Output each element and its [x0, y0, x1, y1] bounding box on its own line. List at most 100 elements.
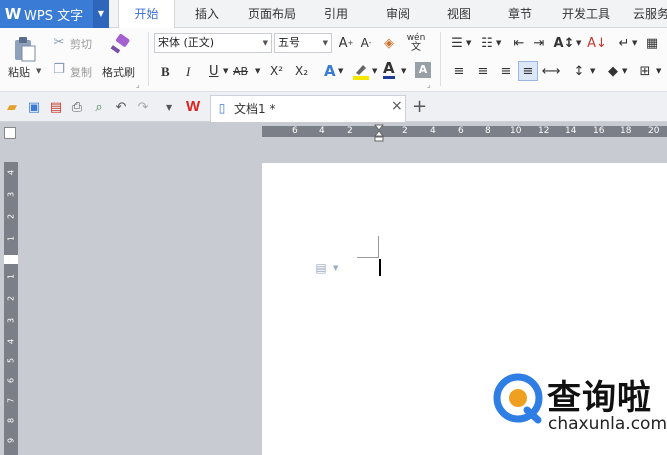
- tab-cloud-service[interactable]: 云服务: [626, 0, 667, 28]
- distributed-align-icon[interactable]: ⟷: [542, 62, 561, 80]
- vertical-ruler[interactable]: [4, 162, 18, 455]
- copy-icon[interactable]: ❐: [52, 61, 66, 77]
- superscript-button[interactable]: X²: [270, 64, 283, 78]
- new-tab-icon[interactable]: +: [412, 96, 427, 117]
- sort-icon[interactable]: A↓: [587, 34, 607, 52]
- redo-icon[interactable]: ↷: [135, 99, 151, 115]
- save-icon[interactable]: ▣: [26, 99, 42, 115]
- marks-dropdown-icon[interactable]: ▼: [632, 39, 637, 47]
- strikethrough-dropdown-icon[interactable]: ▼: [255, 67, 260, 75]
- print-preview-icon[interactable]: ⌕: [91, 99, 107, 115]
- borders-dropdown-icon[interactable]: ▼: [656, 67, 661, 75]
- tab-stop-selector[interactable]: [4, 127, 16, 139]
- ruler-number: 1: [6, 273, 16, 280]
- tab-review[interactable]: 审阅: [374, 0, 422, 28]
- align-center-icon[interactable]: ≡: [474, 62, 492, 80]
- export-pdf-icon[interactable]: ▤: [48, 99, 64, 115]
- character-shading-icon[interactable]: A: [415, 62, 431, 78]
- line-spacing-icon[interactable]: ↕: [570, 62, 588, 80]
- numbering-dropdown-icon[interactable]: ▼: [496, 39, 501, 47]
- tab-view[interactable]: 视图: [435, 0, 483, 28]
- shrink-font-icon[interactable]: A-: [358, 34, 374, 52]
- font-launcher-icon[interactable]: ⌟: [427, 80, 431, 89]
- close-tab-icon[interactable]: ×: [391, 98, 403, 114]
- chevron-down-icon: ▼: [262, 39, 268, 47]
- align-left-icon[interactable]: ≡: [450, 62, 468, 80]
- underline-dropdown-icon[interactable]: ▼: [223, 67, 228, 75]
- character-scaling-icon[interactable]: A↕: [554, 34, 575, 52]
- tab-insert[interactable]: 插入: [182, 0, 232, 28]
- paste-options-icon[interactable]: ▤: [314, 261, 328, 275]
- ruler-number: 18: [620, 126, 632, 136]
- paste-button[interactable]: 粘贴: [8, 64, 30, 80]
- format-painter-button[interactable]: 格式刷: [102, 64, 135, 80]
- shading-icon[interactable]: ◆: [604, 62, 622, 80]
- text-cursor: [379, 259, 381, 276]
- copy-button[interactable]: 复制: [70, 64, 92, 80]
- scaling-dropdown-icon[interactable]: ▼: [576, 39, 581, 47]
- ruler-number: 7: [6, 397, 16, 404]
- bullet-list-icon[interactable]: ☰: [448, 34, 466, 52]
- highlight-dropdown-icon[interactable]: ▼: [372, 67, 377, 75]
- tab-developer[interactable]: 开发工具: [556, 0, 616, 28]
- table-icon[interactable]: ▦: [643, 34, 661, 52]
- font-size-value: 五号: [278, 36, 300, 49]
- borders-icon[interactable]: ⊞: [636, 62, 654, 80]
- group-separator: [148, 32, 149, 86]
- grow-font-icon[interactable]: A +: [338, 34, 354, 52]
- tab-page-layout[interactable]: 页面布局: [240, 0, 304, 28]
- line-spacing-dropdown-icon[interactable]: ▼: [590, 67, 595, 75]
- subscript-button[interactable]: X₂: [295, 64, 308, 78]
- numbered-list-icon[interactable]: ☷: [478, 34, 496, 52]
- ruler-number: 10: [510, 126, 522, 136]
- show-marks-icon[interactable]: ↵: [615, 34, 633, 52]
- phonetic-guide-icon[interactable]: wén 文: [405, 34, 427, 53]
- wps-brand-icon[interactable]: W: [186, 98, 200, 115]
- strikethrough-button[interactable]: AB: [233, 65, 248, 78]
- open-folder-icon[interactable]: ▰: [4, 99, 20, 115]
- tab-chapter[interactable]: 章节: [496, 0, 544, 28]
- chevron-down-icon: ▼: [322, 39, 328, 47]
- customize-toolbar-dropdown-icon[interactable]: ▼: [166, 103, 172, 112]
- highlight-icon[interactable]: [352, 62, 370, 80]
- ruler-number: 8: [6, 417, 16, 424]
- tab-references[interactable]: 引用: [312, 0, 360, 28]
- ruler-number: 20: [648, 126, 660, 136]
- undo-icon[interactable]: ↶: [113, 99, 129, 115]
- bold-button[interactable]: B: [161, 64, 170, 80]
- chaxunla-logo-icon: [492, 372, 544, 424]
- paste-dropdown-icon[interactable]: ▼: [36, 67, 41, 75]
- cut-icon[interactable]: ✂: [52, 34, 66, 50]
- decrease-indent-icon[interactable]: ⇤: [510, 34, 528, 52]
- format-painter-icon[interactable]: [108, 34, 132, 61]
- tab-home[interactable]: 开始: [118, 0, 175, 29]
- indent-marker[interactable]: [373, 124, 385, 142]
- font-name-select[interactable]: 宋体 (正文) ▼: [154, 33, 272, 53]
- ruler-number: 9: [6, 437, 16, 444]
- app-menu-dropdown-icon[interactable]: ▼: [93, 0, 109, 28]
- align-right-icon[interactable]: ≡: [497, 62, 515, 80]
- clear-format-icon[interactable]: ◈: [381, 34, 397, 52]
- text-effect-icon[interactable]: A: [324, 62, 336, 80]
- group-separator: [440, 32, 441, 86]
- font-color-icon[interactable]: A: [383, 60, 395, 79]
- justify-icon[interactable]: ≡: [518, 61, 538, 81]
- text-effect-dropdown-icon[interactable]: ▼: [338, 67, 343, 75]
- cut-button[interactable]: 剪切: [70, 36, 92, 52]
- ruler-number: 5: [6, 357, 16, 364]
- vertical-ruler-margin: [4, 255, 18, 264]
- bullet-dropdown-icon[interactable]: ▼: [466, 39, 471, 47]
- italic-button[interactable]: I: [186, 64, 190, 80]
- underline-button[interactable]: U: [209, 64, 219, 79]
- shading-dropdown-icon[interactable]: ▼: [622, 67, 627, 75]
- paste-options-dropdown-icon[interactable]: ▼: [333, 264, 338, 272]
- print-icon[interactable]: ⎙: [69, 99, 85, 115]
- clipboard-launcher-icon[interactable]: ⌟: [136, 80, 140, 89]
- wps-app-menu-button[interactable]: W WPS 文字 ▼: [0, 0, 109, 28]
- ruler-number: 8: [485, 126, 491, 136]
- paste-icon[interactable]: [12, 36, 38, 62]
- font-size-select[interactable]: 五号 ▼: [274, 33, 332, 53]
- ruler-number: 4: [430, 126, 436, 136]
- increase-indent-icon[interactable]: ⇥: [530, 34, 548, 52]
- font-color-dropdown-icon[interactable]: ▼: [401, 67, 406, 75]
